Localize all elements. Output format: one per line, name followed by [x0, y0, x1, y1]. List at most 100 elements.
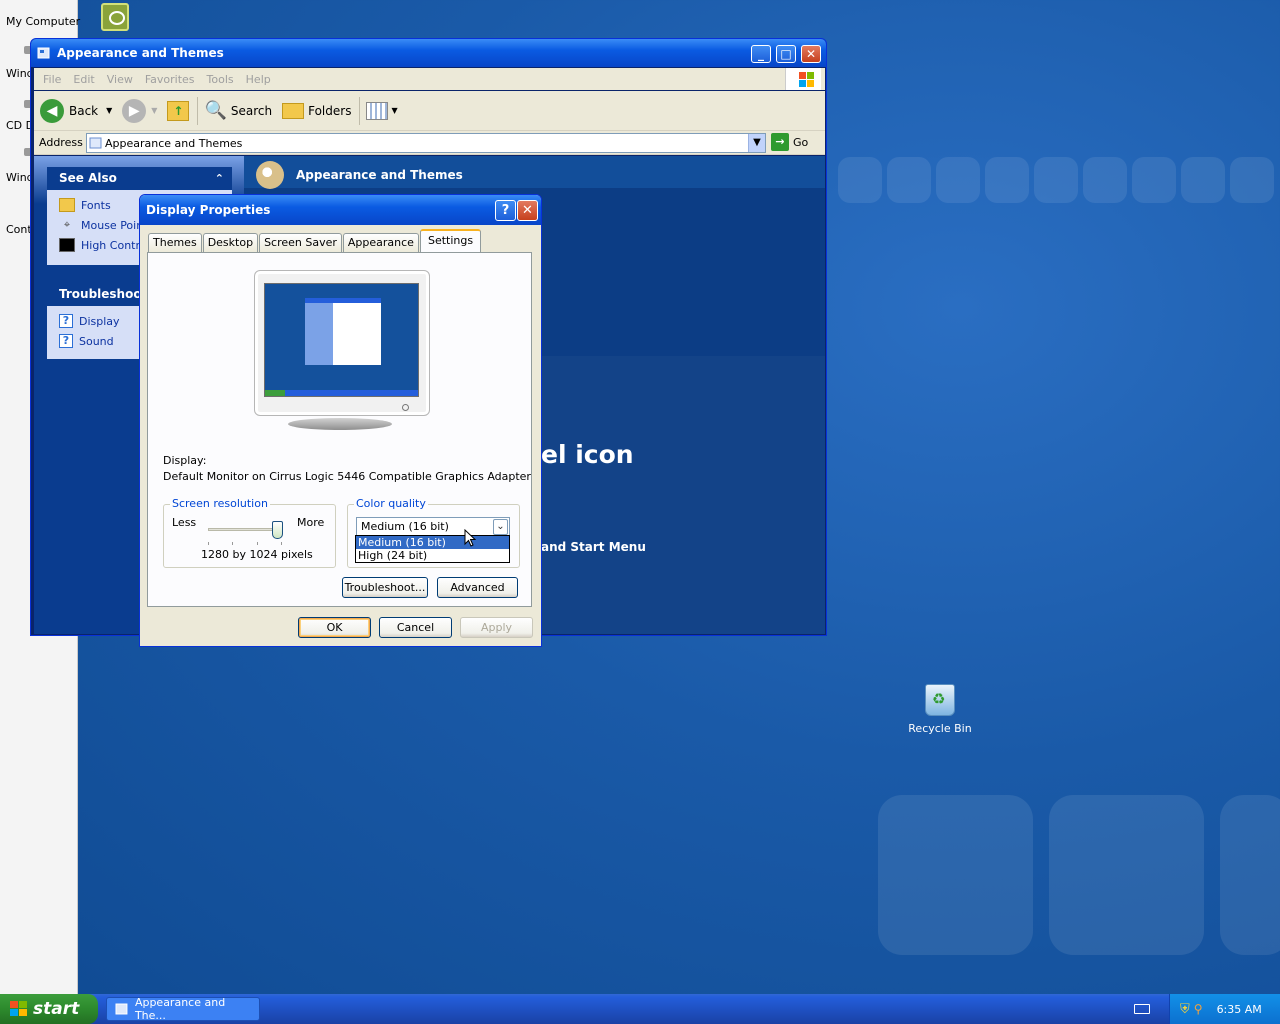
- menu-help[interactable]: Help: [246, 73, 271, 86]
- category-header: Appearance and Themes: [244, 156, 825, 194]
- pick-control-panel-heading: el icon: [541, 440, 634, 469]
- control-panel-icon: [89, 137, 102, 149]
- folder-icon: [59, 198, 75, 212]
- menu-view[interactable]: View: [107, 73, 133, 86]
- monitor-stand: [288, 418, 392, 430]
- menu-file[interactable]: File: [43, 73, 61, 86]
- color-quality-select[interactable]: Medium (16 bit) ⌄: [356, 517, 510, 537]
- back-button[interactable]: ◀ Back ▼: [40, 98, 112, 123]
- desktop-icon-control-panel[interactable]: Cont: [6, 223, 32, 236]
- tab-strip: Themes Desktop Screen Saver Appearance S…: [148, 229, 482, 253]
- close-button[interactable]: ✕: [801, 45, 821, 63]
- ok-button[interactable]: OK: [298, 617, 371, 638]
- go-arrow-icon: →: [771, 133, 789, 151]
- color-quality-title: Color quality: [354, 497, 428, 510]
- up-folder-button[interactable]: ↑: [167, 100, 190, 121]
- tab-themes[interactable]: Themes: [148, 233, 202, 253]
- keyboard-icon[interactable]: [1134, 1004, 1150, 1014]
- menu-bar: File Edit View Favorites Tools Help: [34, 68, 825, 90]
- category-title: Appearance and Themes: [296, 168, 463, 182]
- monitor-preview: [254, 270, 430, 416]
- screen-resolution-group: Screen resolution Less More 1280 by 1024…: [163, 497, 336, 568]
- preview-taskbar: [265, 390, 418, 396]
- windows-logo-icon: [785, 68, 821, 90]
- help-icon: ?: [59, 314, 73, 328]
- address-input[interactable]: Appearance and Themes ▼: [86, 133, 766, 153]
- views-button[interactable]: ▼: [366, 101, 398, 120]
- menu-edit[interactable]: Edit: [73, 73, 94, 86]
- collapse-icon[interactable]: ⌃: [215, 167, 224, 190]
- desktop-decoration: [1132, 157, 1176, 203]
- preview-window: [305, 298, 381, 365]
- chevron-down-icon[interactable]: ▼: [391, 106, 397, 115]
- clock[interactable]: 6:35 AM: [1217, 1003, 1262, 1016]
- tab-desktop[interactable]: Desktop: [202, 233, 259, 253]
- troubleshooter-label: Display: [79, 314, 120, 328]
- minimize-button[interactable]: _: [751, 45, 771, 63]
- back-label: Back: [69, 103, 99, 118]
- taskbar-item-appearance[interactable]: Appearance and The...: [106, 996, 260, 1022]
- advanced-button[interactable]: Advanced: [437, 577, 518, 598]
- recycle-bin[interactable]: Recycle Bin: [905, 684, 975, 735]
- see-also-title: See Also: [59, 171, 117, 185]
- explorer-title: Appearance and Themes: [57, 46, 224, 60]
- troubleshoot-button[interactable]: Troubleshoot...: [342, 577, 428, 598]
- resolution-slider-thumb[interactable]: [272, 521, 283, 539]
- search-button[interactable]: 🔍 Search: [204, 100, 272, 121]
- go-button[interactable]: → Go: [771, 133, 808, 151]
- cancel-button[interactable]: Cancel: [379, 617, 452, 638]
- see-also-header[interactable]: See Also ⌃: [47, 167, 232, 190]
- desktop-icon-my-computer[interactable]: My Computer: [6, 15, 80, 28]
- tab-screen-saver[interactable]: Screen Saver: [259, 233, 342, 253]
- tab-settings[interactable]: Settings: [419, 229, 482, 253]
- search-label: Search: [230, 103, 273, 118]
- menu-tools[interactable]: Tools: [207, 73, 234, 86]
- control-panel-icon: [37, 47, 50, 59]
- resolution-slider[interactable]: [208, 521, 283, 539]
- close-button[interactable]: ✕: [517, 200, 538, 221]
- chevron-down-icon[interactable]: ▼: [151, 106, 157, 115]
- desktop-decoration: [936, 157, 980, 203]
- desktop-decoration: [878, 795, 1033, 955]
- security-shield-icon[interactable]: ⛨: [1180, 1002, 1190, 1017]
- control-panel-icon: [115, 1003, 128, 1015]
- desktop-decoration: [1220, 795, 1280, 955]
- task-link[interactable]: and Start Menu: [541, 540, 646, 554]
- chevron-down-icon[interactable]: ⌄: [493, 519, 508, 535]
- search-icon: 🔍: [204, 100, 227, 121]
- tab-appearance[interactable]: Appearance: [342, 233, 419, 253]
- back-arrow-icon: ◀: [40, 98, 64, 123]
- address-dropdown-button[interactable]: ▼: [748, 134, 765, 152]
- taskbar: start Appearance and The... ⛨ ⚲ 6:35 AM: [0, 994, 1280, 1024]
- explorer-title-bar[interactable]: Appearance and Themes: [31, 39, 826, 67]
- high-contrast-icon: [59, 238, 75, 252]
- apply-button[interactable]: Apply: [460, 617, 533, 638]
- desktop-decoration: [1049, 795, 1204, 955]
- chevron-down-icon[interactable]: ▼: [106, 106, 112, 115]
- color-option-high[interactable]: High (24 bit): [356, 549, 509, 562]
- desktop-shortcut-icon[interactable]: [101, 3, 129, 31]
- desktop-decoration: [887, 157, 931, 203]
- resolution-less-label: Less: [172, 516, 197, 529]
- desktop-decoration: [838, 157, 882, 203]
- start-button[interactable]: start: [0, 994, 98, 1024]
- maximize-button[interactable]: □: [776, 45, 796, 63]
- address-value: Appearance and Themes: [105, 136, 243, 150]
- dialog-title-bar[interactable]: Display Properties ? ✕: [140, 195, 541, 225]
- forward-button[interactable]: ▶ ▼: [122, 98, 157, 123]
- screen-resolution-title: Screen resolution: [170, 497, 270, 510]
- address-bar: Address Appearance and Themes ▼ → Go: [34, 131, 825, 155]
- help-button[interactable]: ?: [495, 200, 516, 221]
- address-label: Address: [39, 136, 83, 149]
- recycle-bin-label: Recycle Bin: [908, 722, 972, 735]
- forward-arrow-icon: ▶: [122, 98, 147, 123]
- search-icon[interactable]: ⚲: [1194, 1002, 1203, 1016]
- menu-favorites[interactable]: Favorites: [145, 73, 195, 86]
- toolbar-separator: [197, 96, 199, 125]
- color-quality-dropdown-list: Medium (16 bit) High (24 bit): [355, 535, 510, 563]
- folders-icon: [282, 102, 305, 119]
- views-icon: [366, 101, 389, 120]
- color-option-medium[interactable]: Medium (16 bit): [356, 536, 509, 549]
- folders-button[interactable]: Folders: [282, 102, 351, 119]
- start-label: start: [33, 999, 80, 1019]
